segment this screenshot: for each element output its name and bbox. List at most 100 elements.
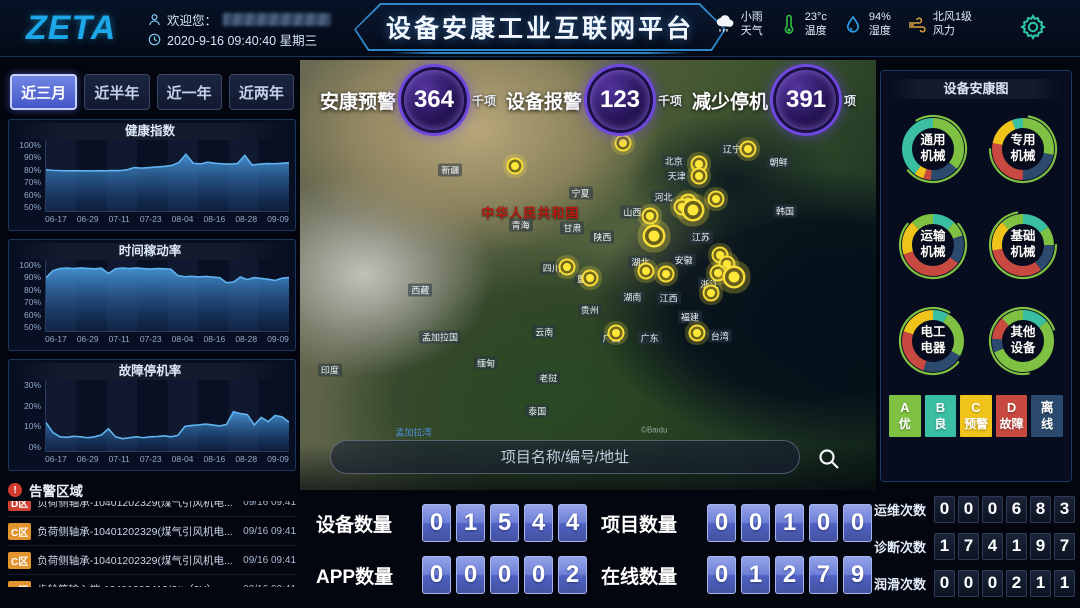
legend-item-3: D故障 (996, 395, 1028, 437)
alert-badge: C区 (8, 552, 31, 569)
counter-digits: 000211 (934, 570, 1075, 597)
x-tick: 07-11 (109, 334, 130, 344)
x-tick: 07-23 (140, 334, 162, 344)
alert-row-1[interactable]: C区负荷侧轴承-10401202329(煤气引风机电...09/16 09:41 (8, 517, 296, 546)
map-marker-5[interactable] (712, 195, 720, 203)
alert-row-2[interactable]: C区负荷侧轴承-10401202329(煤气引风机电...09/16 09:41 (8, 546, 296, 575)
map-label-region: 江西 (657, 291, 681, 304)
map-marker-12[interactable] (586, 274, 594, 282)
gauge-label: 专用机械 (981, 107, 1065, 191)
x-tick: 06-17 (45, 334, 67, 344)
map-marker-14[interactable] (662, 270, 670, 278)
alerts-list: D区负荷侧轴承-10401202329(煤气引风机电...09/16 09:41… (8, 501, 296, 587)
map-marker-4[interactable] (695, 172, 703, 180)
health-legend: A优B良C预警D故障离线 (889, 387, 1063, 437)
time-range-button-3[interactable]: 近两年 (229, 74, 294, 110)
counter-label: 诊断次数 (874, 537, 926, 556)
digit-display: 00100 (707, 504, 872, 542)
counter-digit: 4 (982, 533, 1003, 560)
alerts-header: ! 告警区域 (8, 479, 296, 501)
map-marker-13[interactable] (642, 267, 650, 275)
chart-panel-0: 健康指数100%90%80%70%60%50%06-1706-2907-1107… (8, 119, 296, 231)
map-marker-15[interactable] (716, 251, 724, 259)
digit: 1 (741, 556, 770, 594)
search-icon[interactable] (816, 446, 842, 472)
map-marker-10[interactable] (648, 230, 659, 241)
map-label-region: 天津 (665, 170, 689, 183)
map-label-region: 四川 (540, 262, 564, 275)
stat-label: 在线数量 (601, 562, 697, 589)
x-tick: 09-09 (267, 214, 289, 224)
x-tick: 06-29 (77, 334, 99, 344)
chart-x-axis: 06-1706-2907-1107-2308-0408-1608-2809-09 (45, 212, 289, 224)
counter-1: 诊断次数174197 (874, 531, 1074, 561)
weather-temp-value: 23°c (805, 11, 827, 25)
weather-humidity-value: 94% (869, 11, 891, 25)
counter-digit: 0 (934, 496, 955, 523)
gauge-label: 运输机械 (891, 203, 975, 287)
x-tick: 08-04 (172, 334, 194, 344)
digit: 2 (558, 556, 587, 594)
map-marker-8[interactable] (688, 205, 699, 216)
map-marker-3[interactable] (695, 160, 703, 168)
alert-text: 齿轮箱输入端-10401202412(2#（2V）... (37, 582, 237, 588)
map-label-region: 宁夏 (568, 186, 592, 199)
map-label-region: 云南 (532, 326, 556, 339)
map-label-region: 新疆 (438, 164, 462, 177)
chart-plot (45, 380, 289, 452)
alert-row-3[interactable]: C区齿轮箱输入端-10401202412(2#（2V）...09/16 09:4… (8, 575, 296, 587)
map-label-region: 甘肃 (560, 222, 584, 235)
masked-username (223, 13, 331, 26)
counter-digit: 3 (1054, 496, 1075, 523)
map-marker-11[interactable] (563, 263, 571, 271)
counter-digit: 0 (982, 570, 1003, 597)
time-range-button-0[interactable]: 近三月 (10, 74, 77, 110)
counter-digit: 0 (982, 496, 1003, 523)
stat-label: APP数量 (316, 562, 412, 589)
gauge-4: 电工电器 (891, 299, 975, 383)
counter-digit: 0 (958, 496, 979, 523)
time-range-button-2[interactable]: 近一年 (157, 74, 222, 110)
x-tick: 09-09 (267, 454, 289, 464)
map-marker-9[interactable] (646, 212, 654, 220)
chart-x-axis: 06-1706-2907-1107-2308-0408-1608-2809-09 (45, 452, 289, 464)
y-tick: 80% (24, 285, 41, 295)
kpi-ring: 364 (404, 70, 464, 130)
digit: 5 (490, 504, 519, 542)
map-marker-19[interactable] (707, 289, 715, 297)
map-marker-7[interactable] (678, 203, 686, 211)
map-marker-1[interactable] (619, 139, 627, 147)
map-marker-16[interactable] (723, 260, 731, 268)
map-label-region: 福建 (678, 311, 702, 324)
map-marker-17[interactable] (714, 269, 722, 277)
y-tick: 20% (24, 401, 41, 411)
digit: 0 (422, 504, 451, 542)
map-marker-2[interactable] (744, 145, 752, 153)
map-marker-21[interactable] (612, 329, 620, 337)
map-label-region: 河北 (651, 191, 675, 204)
map-marker-18[interactable] (728, 272, 739, 283)
kpi-label: 安康预警 (320, 87, 396, 114)
gauge-0: 通用机械 (891, 107, 975, 191)
left-sidebar: 近三月近半年近一年近两年 健康指数100%90%80%70%60%50%06-1… (8, 62, 296, 608)
map-label-region: 老挝 (536, 372, 560, 385)
title-underline (390, 52, 690, 54)
welcome-label: 欢迎您： (167, 10, 217, 29)
project-search-input[interactable] (331, 441, 799, 473)
stat-label: 项目数量 (601, 510, 697, 537)
map-marker-20[interactable] (693, 329, 701, 337)
map-marker-0[interactable] (511, 162, 519, 170)
chart-plot (45, 140, 289, 212)
weather-humidity: 94%湿度 (842, 11, 891, 39)
chart-body: 30%20%10%0% (11, 380, 289, 452)
alert-row-0[interactable]: D区负荷侧轴承-10401202329(煤气引风机电...09/16 09:41 (8, 501, 296, 517)
map-label-sea: 孟加拉湾 (392, 425, 434, 438)
weather-wind-value: 北风1级 (933, 11, 972, 25)
chart-panel-2: 故障停机率30%20%10%0%06-1706-2907-1107-2308-0… (8, 359, 296, 471)
digit: 0 (707, 504, 736, 542)
chart-y-axis: 100%90%80%70%60%50% (11, 140, 45, 212)
title-frame: 设备安康工业互联网平台 (354, 3, 726, 51)
kpi-label: 减少停机 (692, 87, 768, 114)
time-range-button-1[interactable]: 近半年 (84, 74, 149, 110)
settings-gear-icon[interactable] (1016, 10, 1050, 44)
